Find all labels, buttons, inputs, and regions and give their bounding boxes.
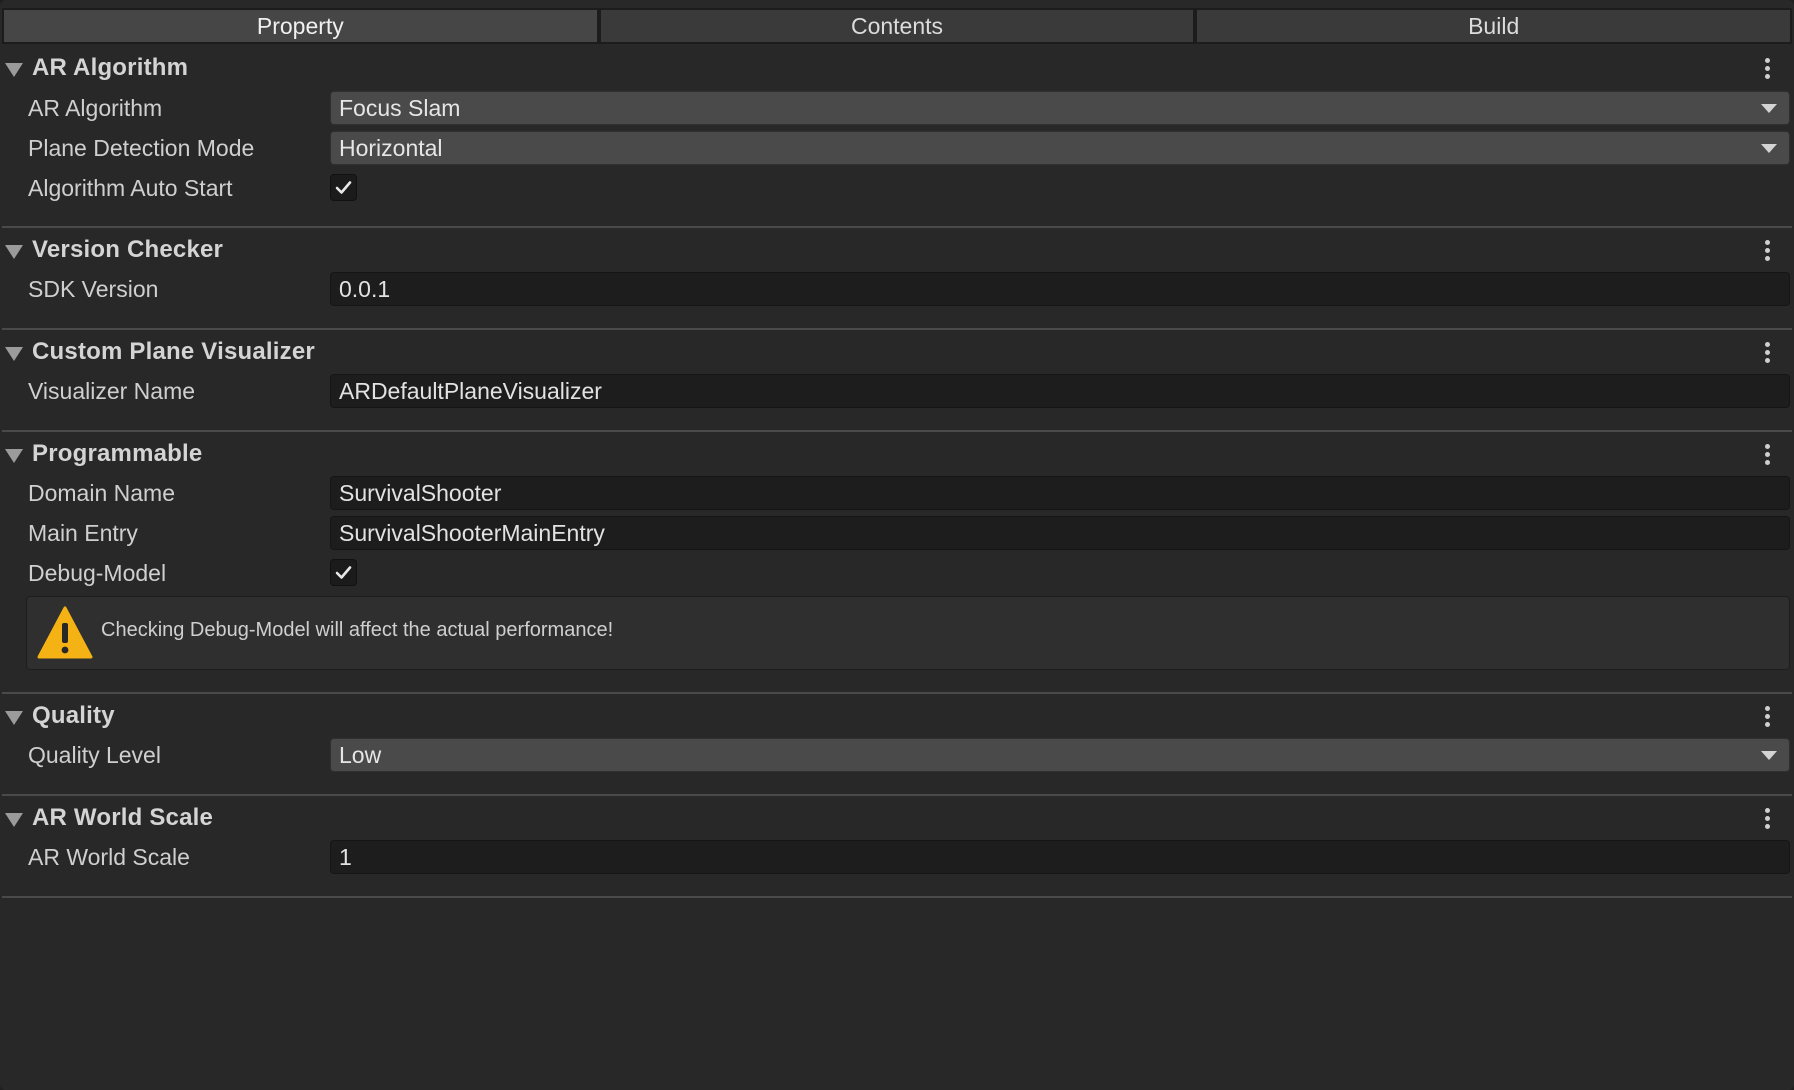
section-header[interactable]: Programmable	[0, 434, 1794, 474]
field-label: Debug-Model	[28, 560, 167, 586]
debug-model-checkbox[interactable]	[330, 559, 357, 586]
tab-contents[interactable]: Contents	[598, 8, 1196, 44]
ar-algorithm-dropdown[interactable]: Focus Slam	[330, 91, 1790, 125]
section-divider	[2, 794, 1792, 796]
section-title: Quality	[32, 702, 115, 729]
tab-bar: Property Contents Build	[2, 8, 1793, 44]
warning-icon	[37, 606, 93, 659]
checkmark-icon	[335, 181, 352, 194]
kebab-menu-icon[interactable]	[1760, 240, 1776, 262]
section-divider	[2, 896, 1792, 898]
foldout-triangle-icon[interactable]	[5, 347, 23, 361]
foldout-triangle-icon[interactable]	[5, 449, 23, 463]
kebab-menu-icon[interactable]	[1760, 808, 1776, 830]
checkmark-icon	[335, 566, 352, 579]
section-divider	[2, 226, 1792, 228]
foldout-triangle-icon[interactable]	[5, 245, 23, 259]
section-title: Custom Plane Visualizer	[32, 338, 315, 365]
section-divider	[2, 430, 1792, 432]
kebab-menu-icon[interactable]	[1760, 706, 1776, 728]
algorithm-auto-start-checkbox[interactable]	[330, 174, 357, 201]
section-header[interactable]: Version Checker	[0, 230, 1794, 270]
field-label: AR Algorithm	[28, 95, 163, 121]
tab-build[interactable]: Build	[1195, 8, 1793, 44]
field-label: Plane Detection Mode	[28, 135, 255, 161]
warning-message: Checking Debug-Model will affect the act…	[101, 619, 614, 641]
kebab-menu-icon[interactable]	[1760, 58, 1776, 80]
field-label: Main Entry	[28, 520, 138, 546]
field-label: AR World Scale	[28, 844, 190, 870]
section-divider	[2, 328, 1792, 330]
foldout-triangle-icon[interactable]	[5, 711, 23, 725]
field-label: Algorithm Auto Start	[28, 175, 233, 201]
section-title: Programmable	[32, 440, 203, 467]
foldout-triangle-icon[interactable]	[5, 813, 23, 827]
kebab-menu-icon[interactable]	[1760, 342, 1776, 364]
sdk-version-field[interactable]: 0.0.1	[330, 272, 1790, 306]
field-label: Domain Name	[28, 480, 175, 506]
field-label: SDK Version	[28, 276, 159, 302]
inspector-panel: Property Contents Build AR Algorithm AR …	[0, 0, 1794, 1090]
dropdown-value: Low	[339, 742, 382, 768]
main-entry-field[interactable]: SurvivalShooterMainEntry	[330, 516, 1790, 550]
section-header[interactable]: AR Algorithm	[0, 48, 1794, 88]
foldout-triangle-icon[interactable]	[5, 63, 23, 77]
section-divider	[2, 692, 1792, 694]
plane-detection-mode-dropdown[interactable]: Horizontal	[330, 131, 1790, 165]
dropdown-value: Focus Slam	[339, 95, 461, 121]
warning-helpbox: Checking Debug-Model will affect the act…	[26, 596, 1790, 670]
visualizer-name-field[interactable]: ARDefaultPlaneVisualizer	[330, 374, 1790, 408]
kebab-menu-icon[interactable]	[1760, 444, 1776, 466]
quality-level-dropdown[interactable]: Low	[330, 738, 1790, 772]
dropdown-value: Horizontal	[339, 135, 443, 161]
dropdown-caret-icon	[1761, 104, 1777, 113]
field-label: Visualizer Name	[28, 378, 196, 404]
section-title: AR World Scale	[32, 804, 214, 831]
ar-world-scale-field[interactable]: 1	[330, 840, 1790, 874]
section-header[interactable]: Custom Plane Visualizer	[0, 332, 1794, 372]
domain-name-field[interactable]: SurvivalShooter	[330, 476, 1790, 510]
dropdown-caret-icon	[1761, 751, 1777, 760]
tab-property[interactable]: Property	[2, 8, 599, 44]
dropdown-caret-icon	[1761, 144, 1777, 153]
section-header[interactable]: AR World Scale	[0, 798, 1794, 838]
field-label: Quality Level	[28, 742, 161, 768]
section-header[interactable]: Quality	[0, 696, 1794, 736]
section-title: AR Algorithm	[32, 54, 189, 81]
section-title: Version Checker	[32, 236, 224, 263]
